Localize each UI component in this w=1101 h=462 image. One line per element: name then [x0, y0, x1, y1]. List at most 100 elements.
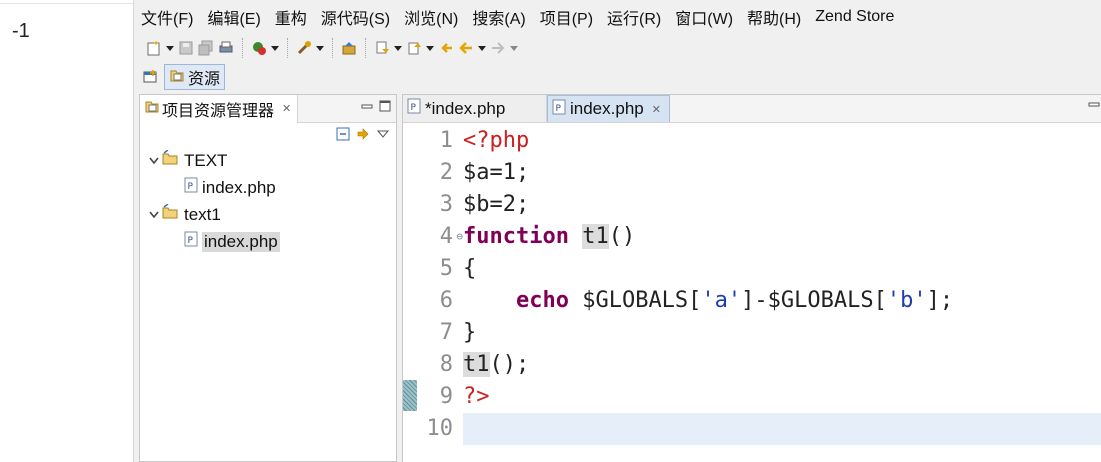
editor-tab-bar: P *index.php P index.php ✕ [403, 95, 1101, 123]
menu-search[interactable]: 搜索(A) [472, 5, 525, 29]
code-line: <?php [463, 125, 1101, 157]
output-pane-border [0, 0, 134, 4]
next-annotation-icon[interactable] [372, 38, 392, 58]
line-number: 4 [439, 224, 453, 249]
menu-run[interactable]: 运行(R) [607, 5, 661, 29]
menu-refactor[interactable]: 重构 [275, 5, 307, 29]
code-text: { [463, 256, 477, 281]
string-literal: 'a' [701, 288, 742, 313]
code-text: $b=2; [463, 192, 530, 217]
editor-tab-active[interactable]: P index.php ✕ [547, 95, 670, 122]
debug-run-icon[interactable] [249, 38, 269, 58]
line-number: 5 [439, 256, 453, 281]
view-menu-icon[interactable] [376, 127, 390, 141]
menu-file[interactable]: 文件(F) [141, 5, 193, 29]
ruler-marker [403, 380, 417, 411]
line-number: 7 [439, 320, 453, 345]
print-icon[interactable] [216, 38, 236, 58]
code-line: t1(); [463, 349, 1101, 381]
close-icon[interactable]: ✕ [282, 102, 291, 115]
line-number: 8 [439, 352, 453, 377]
line-number: 3 [439, 192, 453, 217]
code-editor[interactable]: 1 2 3 4 ⊖ 5 6 7 8 9 10 <?php $a=1; $b=2;… [403, 125, 1101, 462]
perspective-resource-button[interactable]: 资源 [164, 64, 226, 90]
menu-zend-store[interactable]: Zend Store [815, 8, 894, 26]
code-line: { [463, 253, 1101, 285]
close-icon[interactable]: ✕ [652, 103, 661, 116]
ide-window: 文件(F) 编辑(E) 重构 源代码(S) 浏览(N) 搜索(A) 项目(P) … [134, 0, 1101, 462]
svg-text:P: P [188, 236, 194, 246]
fold-collapse-icon[interactable]: ⊖ [456, 221, 463, 253]
debug-run-dropdown-icon[interactable] [269, 38, 281, 58]
line-number: 6 [439, 288, 453, 313]
menu-source[interactable]: 源代码(S) [321, 5, 390, 29]
menu-navigate[interactable]: 浏览(N) [404, 5, 458, 29]
editor-area: P *index.php P index.php ✕ 1 2 3 4 ⊖ 5 6… [402, 94, 1101, 462]
back-dropdown-icon[interactable] [476, 38, 488, 58]
menu-window[interactable]: 窗口(W) [675, 5, 733, 29]
previous-annotation-icon[interactable] [404, 38, 424, 58]
editor-tab-modified[interactable]: P *index.php [403, 95, 547, 122]
output-text: -1 [12, 20, 30, 42]
tree-item-label: TEXT [184, 150, 228, 170]
open-project-icon [162, 149, 180, 171]
tree-item-project-text1[interactable]: text1 [140, 201, 396, 228]
collapse-all-icon[interactable] [336, 127, 350, 141]
minimize-icon[interactable] [1087, 97, 1101, 111]
chevron-down-icon[interactable] [146, 211, 162, 219]
open-perspective-icon[interactable] [140, 67, 160, 87]
link-with-editor-icon[interactable] [356, 127, 370, 141]
menu-project[interactable]: 项目(P) [540, 5, 593, 29]
new-dropdown-icon[interactable] [164, 38, 176, 58]
explorer-title: 项目资源管理器 [162, 102, 275, 120]
explorer-window-controls [360, 99, 392, 113]
chevron-down-icon[interactable] [146, 157, 162, 165]
project-icon[interactable] [339, 38, 359, 58]
new-icon[interactable] [144, 38, 164, 58]
svg-text:P: P [556, 104, 562, 114]
explorer-tab[interactable]: 项目资源管理器 ✕ [140, 94, 299, 123]
code-line: ?> [463, 381, 1101, 413]
explorer-toolbar [140, 123, 396, 145]
main-toolbar [134, 34, 1101, 62]
previous-annotation-dropdown-icon[interactable] [424, 38, 436, 58]
external-tools-dropdown-icon[interactable] [314, 38, 326, 58]
php-file-icon: P [552, 99, 566, 120]
menu-edit[interactable]: 编辑(E) [207, 5, 260, 29]
external-tools-icon[interactable] [294, 38, 314, 58]
line-number: 9 [439, 384, 453, 409]
perspective-bar: 资源 [134, 62, 1101, 92]
keyword: function [463, 224, 569, 249]
next-annotation-dropdown-icon[interactable] [392, 38, 404, 58]
tree-item-file-selected[interactable]: P index.php [140, 228, 396, 255]
editor-window-controls [1087, 97, 1101, 111]
function-name-occurrence: t1 [463, 352, 490, 377]
overview-ruler [403, 125, 417, 462]
function-name-occurrence: t1 [582, 224, 609, 249]
last-edit-location-icon[interactable] [436, 38, 456, 58]
toolbar-group-tools [287, 38, 332, 58]
tree-item-project-text[interactable]: TEXT [140, 147, 396, 174]
save-all-icon[interactable] [196, 38, 216, 58]
toolbar-group-project [332, 38, 365, 58]
forward-dropdown-icon[interactable] [508, 38, 520, 58]
code-text: ]-$GLOBALS[ [741, 288, 887, 313]
tree-item-label: index.php [202, 177, 276, 197]
line-number-with-fold: 4 ⊖ [417, 221, 463, 253]
code-line: $b=2; [463, 189, 1101, 221]
svg-text:P: P [411, 103, 417, 113]
save-icon[interactable] [176, 38, 196, 58]
back-icon[interactable] [456, 38, 476, 58]
explorer-tab-bar: 项目资源管理器 ✕ [140, 94, 396, 123]
tree-item-file[interactable]: P index.php [140, 174, 396, 201]
maximize-icon[interactable] [378, 99, 392, 113]
forward-icon[interactable] [488, 38, 508, 58]
current-code-line[interactable] [463, 413, 1101, 445]
menu-help[interactable]: 帮助(H) [747, 5, 801, 29]
code-line: $a=1; [463, 157, 1101, 189]
screen: -1 文件(F) 编辑(E) 重构 源代码(S) 浏览(N) 搜索(A) 项目(… [0, 0, 1101, 462]
code-line: function t1() [463, 221, 1101, 253]
minimize-icon[interactable] [360, 99, 374, 113]
code-text: (); [489, 352, 530, 377]
